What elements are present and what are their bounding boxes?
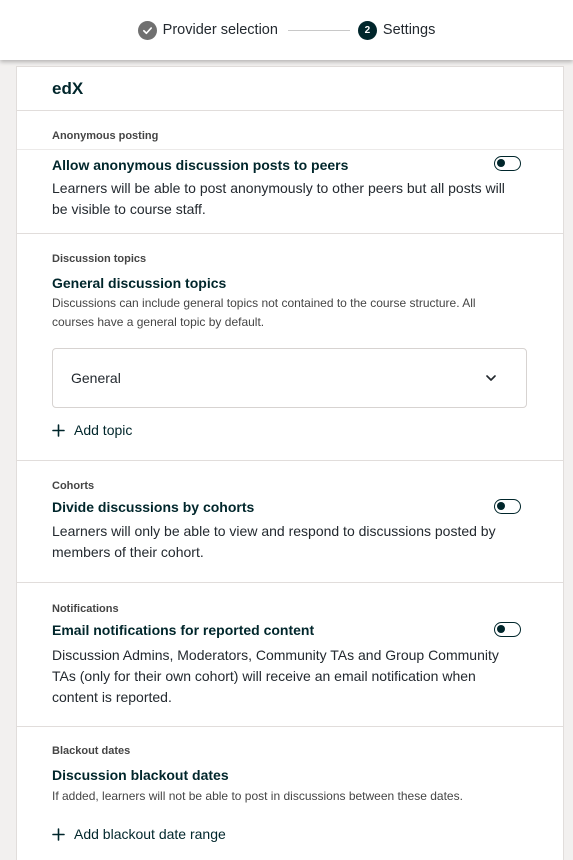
step-provider-selection[interactable]: Provider selection <box>137 20 278 40</box>
section-heading: Discussion blackout dates <box>52 767 229 783</box>
add-blackout-date-range-button[interactable]: Add blackout date range <box>52 826 226 842</box>
topic-item-general[interactable]: General <box>52 348 527 408</box>
cohorts-toggle[interactable] <box>494 499 521 514</box>
notifications-toggle[interactable] <box>494 622 521 637</box>
anonymous-posting-toggle[interactable] <box>494 156 521 171</box>
section-description: If added, learners will not be able to p… <box>52 789 463 803</box>
section-description: Discussion Admins, Moderators, Community… <box>52 647 499 705</box>
section-notifications: Notifications Email notifications for re… <box>17 583 563 727</box>
section-description: Learners will be able to post anonymousl… <box>52 180 505 217</box>
settings-card: edX Anonymous posting Allow anonymous di… <box>16 66 564 860</box>
check-circle-icon <box>137 20 157 40</box>
section-heading: General discussion topics <box>52 275 227 291</box>
stepper-header: Provider selection 2 Settings <box>0 0 573 60</box>
section-label: Cohorts <box>52 480 95 492</box>
plus-icon <box>52 827 65 841</box>
section-anonymous-posting: Anonymous posting Allow anonymous discus… <box>17 111 563 234</box>
add-topic-label: Add topic <box>74 422 133 438</box>
step-number-badge: 2 <box>357 20 377 40</box>
section-blackout-dates: Blackout dates Discussion blackout dates… <box>17 727 563 860</box>
divider <box>17 149 563 150</box>
section-label: Blackout dates <box>52 745 131 757</box>
add-topic-button[interactable]: Add topic <box>52 422 132 438</box>
section-description: Discussions can include general topics n… <box>52 296 476 329</box>
section-description: Learners will only be able to view and r… <box>52 523 496 560</box>
plus-icon <box>52 423 65 437</box>
step-label: Settings <box>382 22 436 38</box>
section-heading: Divide discussions by cohorts <box>52 499 255 515</box>
section-cohorts: Cohorts Divide discussions by cohorts Le… <box>17 461 563 583</box>
add-blackout-label: Add blackout date range <box>74 826 226 842</box>
step-label: Provider selection <box>162 22 278 38</box>
section-label: Discussion topics <box>52 253 147 265</box>
step-connector <box>287 29 350 31</box>
provider-title: edX <box>17 67 563 111</box>
step-settings[interactable]: 2 Settings <box>357 20 436 40</box>
section-label: Anonymous posting <box>52 130 159 142</box>
section-heading: Email notifications for reported content <box>52 622 315 638</box>
chevron-down-icon[interactable] <box>484 371 498 385</box>
section-discussion-topics: Discussion topics General discussion top… <box>17 234 563 461</box>
section-heading: Allow anonymous discussion posts to peer… <box>52 157 349 173</box>
topic-name: General <box>71 370 121 386</box>
section-label: Notifications <box>52 603 119 615</box>
